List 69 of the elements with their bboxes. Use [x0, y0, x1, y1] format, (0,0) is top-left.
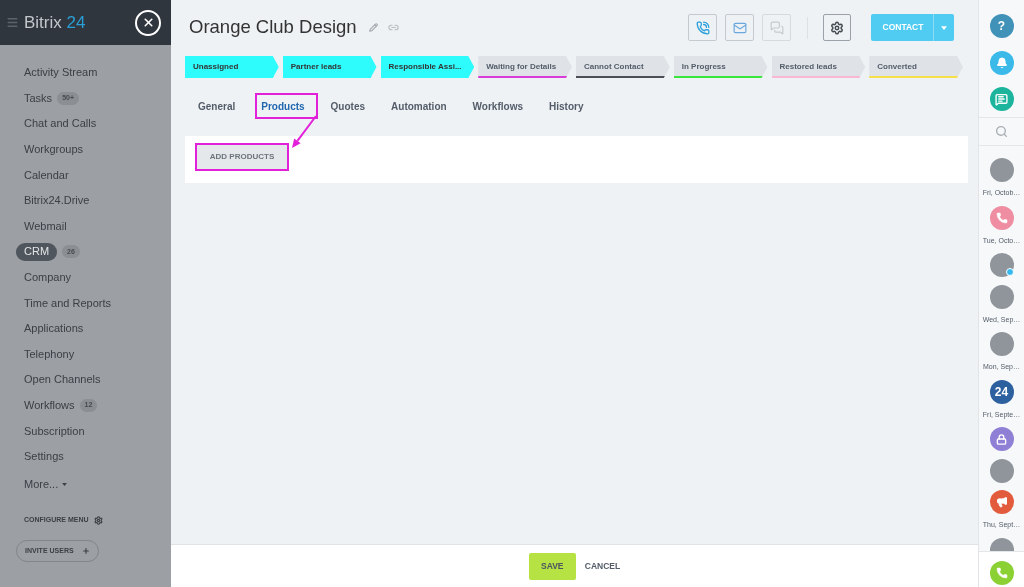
avatar-placeholder[interactable]	[989, 253, 1014, 277]
menu-item[interactable]: Subscription	[24, 425, 85, 437]
menu-item[interactable]: Chat and Calls	[24, 118, 97, 130]
avatar-placeholder[interactable]	[989, 332, 1014, 356]
menu-item[interactable]: Calendar	[24, 169, 69, 181]
tab[interactable]: Quotes	[317, 93, 379, 119]
avatar-placeholder[interactable]	[989, 537, 1014, 551]
page-title: Orange Club Design	[189, 18, 357, 37]
menu-item[interactable]: Company	[24, 272, 72, 284]
add-products-button[interactable]: ADD PRODUCTS	[197, 145, 287, 169]
menu-item[interactable]: CRM	[16, 242, 58, 261]
mail-icon	[732, 20, 747, 35]
tab[interactable]: Workflows	[459, 93, 536, 119]
edit-icon[interactable]	[368, 23, 378, 32]
phone-icon	[695, 20, 710, 35]
phone-icon[interactable]	[989, 561, 1014, 585]
avatar-placeholder[interactable]	[989, 458, 1014, 483]
menu-item[interactable]: Telephony	[24, 348, 75, 360]
stage-step[interactable]: Waiting for Details	[478, 56, 572, 78]
plus-icon	[81, 547, 90, 556]
stage-step[interactable]: Partner leads	[282, 56, 377, 78]
menu-item[interactable]: Applications	[24, 323, 84, 335]
menu-item[interactable]: Workgroups	[24, 144, 84, 156]
menu-icon[interactable]	[6, 16, 19, 29]
stage-step[interactable]: Unassigned	[185, 56, 279, 78]
logo[interactable]: Bitrix 24	[24, 14, 86, 31]
help-button[interactable]: ?	[989, 14, 1014, 38]
link-icon[interactable]	[387, 22, 399, 33]
menu-item[interactable]: Open Channels	[24, 374, 101, 386]
dropdown-button[interactable]	[933, 14, 954, 41]
caret-icon	[62, 482, 68, 486]
megaphone-icon[interactable]	[989, 490, 1014, 514]
stage-step[interactable]: Restored leads	[771, 56, 866, 78]
tab[interactable]: Automation	[378, 93, 460, 119]
stage-step[interactable]: Converted	[869, 56, 963, 78]
menu-item[interactable]: Workflows	[24, 400, 75, 411]
app-logo[interactable]: 24	[989, 379, 1014, 404]
menu-item[interactable]: Settings	[24, 451, 64, 463]
call-button[interactable]	[688, 14, 717, 41]
bell-icon[interactable]	[989, 51, 1014, 75]
settings-button[interactable]	[823, 14, 851, 41]
chat-icon[interactable]	[989, 87, 1014, 111]
close-icon	[141, 16, 155, 29]
settings-icon	[830, 20, 844, 35]
avatar-placeholder[interactable]	[989, 158, 1014, 182]
pointer-arrow	[291, 115, 317, 149]
menu-item[interactable]: More...	[24, 478, 68, 490]
menu-item[interactable]: Bitrix24.Drive	[24, 195, 90, 207]
menu-item[interactable]: Tasks	[24, 92, 53, 104]
tab[interactable]: History	[536, 93, 597, 119]
chat-icon	[769, 20, 784, 35]
stage-step[interactable]: In Progress	[673, 56, 768, 78]
tab[interactable]: General	[185, 93, 249, 119]
cancel-button[interactable]: CANCEL	[584, 552, 621, 580]
settings-icon	[93, 515, 103, 525]
phone-icon[interactable]	[989, 205, 1014, 230]
email-button[interactable]	[725, 14, 754, 41]
stage-step[interactable]: Cannot Contact	[576, 56, 670, 78]
caret-icon	[941, 25, 947, 30]
tab[interactable]: Products	[248, 93, 318, 119]
lock-icon[interactable]	[989, 427, 1014, 451]
avatar-placeholder[interactable]	[989, 284, 1014, 309]
menu-item[interactable]: Webmail	[24, 220, 67, 232]
search-icon[interactable]	[995, 125, 1008, 138]
save-button[interactable]: SAVE	[528, 552, 576, 580]
stage-step[interactable]: Responsible Assi...	[380, 56, 475, 78]
menu-item[interactable]: Time and Reports	[24, 297, 112, 309]
menu-item[interactable]: Activity Stream	[24, 67, 98, 79]
close-button[interactable]	[135, 9, 161, 36]
